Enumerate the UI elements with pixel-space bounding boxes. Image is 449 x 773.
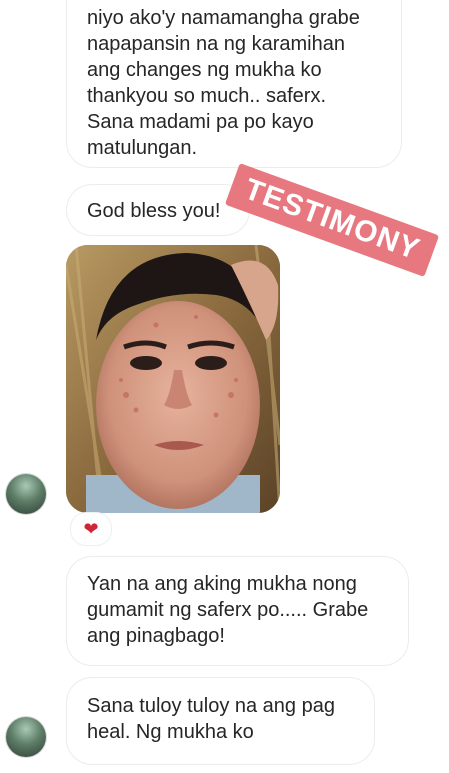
user-avatar[interactable]: [6, 474, 46, 514]
heart-reaction[interactable]: ❤: [70, 512, 112, 546]
selfie-photo-image: [66, 245, 280, 513]
message-bubble-3[interactable]: Yan na ang aking mukha nong gumamit ng s…: [66, 556, 409, 666]
user-avatar[interactable]: [6, 717, 46, 757]
message-bubble-1[interactable]: niyo ako'y namamangha grabe napapansin n…: [66, 0, 402, 168]
selfie-photo[interactable]: [66, 245, 280, 513]
heart-icon: ❤: [83, 518, 99, 539]
message-bubble-2[interactable]: God bless you!: [66, 184, 250, 236]
message-bubble-4[interactable]: Sana tuloy tuloy na ang pag heal. Ng muk…: [66, 677, 375, 765]
